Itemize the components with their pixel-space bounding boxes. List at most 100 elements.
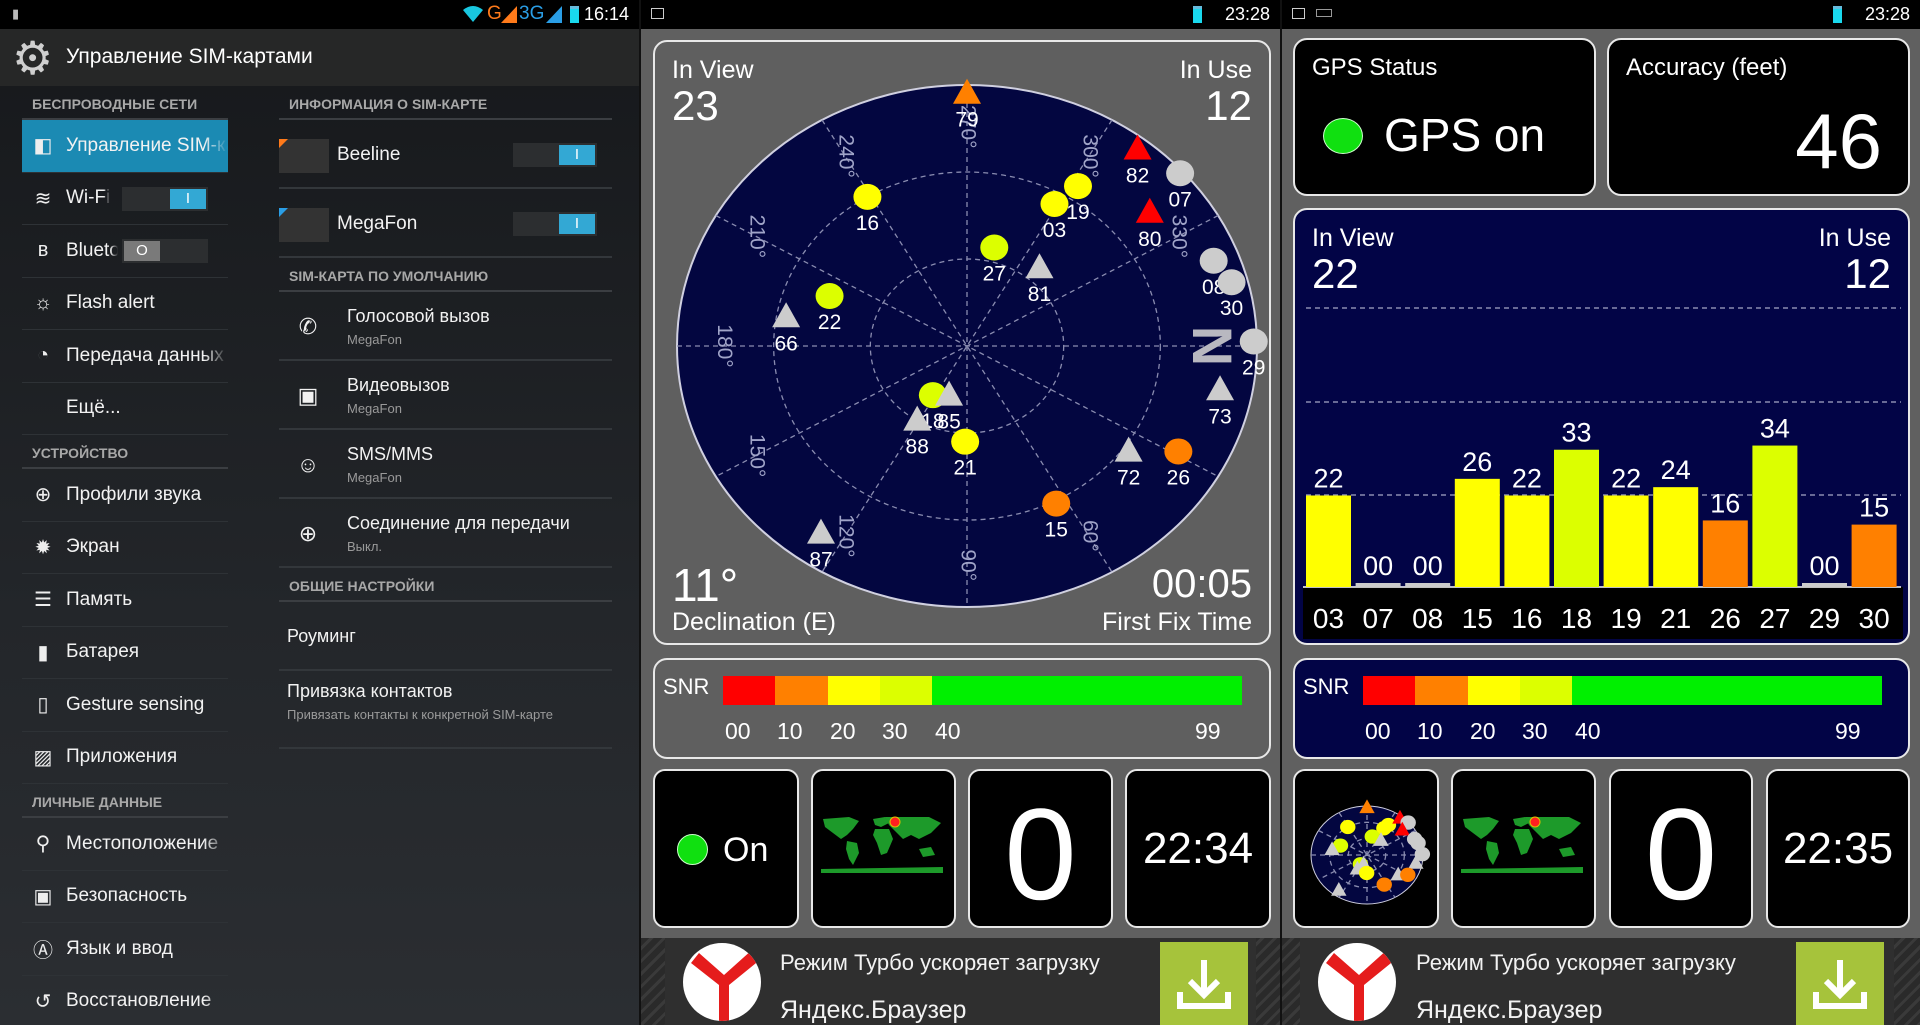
bar-category-label: 18 [1561,603,1592,634]
toggle-switch[interactable]: I [122,186,208,211]
satellite-label: 85 [937,411,960,434]
sidebar-item[interactable]: ▯ Gesture sensing [22,679,228,732]
status-time: 23:28 [1224,4,1270,24]
snr-label: SNR [663,674,710,699]
satellite-label: 72 [1117,467,1140,490]
sidebar-item[interactable]: Ⓐ Язык и ввод [22,923,228,976]
snr-segment [1520,676,1572,705]
ad-brand: Яндекс.Браузер [1416,996,1603,1024]
backup-icon: ↺ [34,990,52,1013]
satellite-count-tile[interactable]: 0 [1609,769,1753,928]
in-use-label: In Use [1818,224,1891,252]
clock-tile[interactable]: 22:35 [1766,769,1910,928]
signal-strength-card[interactable]: 22 03 00 07 00 08 26 15 22 16 33 18 22 19 24 21 16 26 34 27… [1293,208,1910,645]
sim-card-item[interactable]: MegaFon I [279,189,612,258]
sidebar-item[interactable]: ⊕ Профили звука [22,469,228,522]
location-icon: ⚲ [35,833,51,856]
roaming-item[interactable]: Роуминг [279,602,612,671]
sim-name: Beeline [337,144,401,165]
bar-value-label: 34 [1760,414,1790,444]
world-map-tile[interactable] [811,769,956,928]
bar-18 [1554,449,1599,587]
sidebar-item[interactable]: ☼ Flash alert [22,278,228,330]
download-button[interactable] [1160,942,1248,1025]
continent [873,829,893,855]
satellite-marker [1376,877,1392,892]
yandex-browser-logo [683,943,761,1021]
snr-tick: 40 [935,718,961,744]
sidebar-item[interactable]: ✹ Экран [22,522,228,574]
clock-tile[interactable]: 22:34 [1125,769,1271,928]
sound-profiles-icon: ⊕ [34,484,52,507]
satellite-26 [1400,867,1416,882]
keyboard-icon [1316,9,1332,17]
sim-settings-screen: ▮ G 3G 16:14 ⚙ Управление SIM-картами БЕ… [0,0,639,1025]
sim-card-item[interactable]: Beeline I [279,120,612,189]
continent [1559,847,1575,857]
sidebar-item[interactable]: ▨ Приложения [22,732,228,784]
snr-color-scale [1363,676,1882,705]
sidebar-item[interactable]: ▣ Безопасность [22,871,228,923]
satellite-label: 66 [774,332,797,355]
sidebar-item[interactable]: ◧ Управление SIM-картами [22,120,228,173]
snr-segment [1572,676,1882,705]
sidebar-item[interactable]: ⚲ Местоположение [22,818,228,871]
sidebar-item-label: Управление SIM-картами [66,134,228,156]
sim-toggle[interactable]: I [513,143,597,167]
default-sim-item[interactable]: ✆ Голосовой вызов MegaFon [279,292,612,361]
world-map-tile[interactable] [1451,769,1596,928]
gps-status-tile[interactable]: On [653,769,799,928]
snr-label: SNR [1303,674,1350,699]
sidebar-item[interactable]: ʙ Bluetooth O [22,225,228,278]
sidebar-item[interactable]: ☰ Память [22,574,228,627]
sim-toggle[interactable]: I [513,212,597,236]
download-button[interactable] [1796,942,1884,1025]
bar-21 [1653,487,1699,587]
satellite-16 [1340,819,1356,835]
sim-card-icon: ◧ [33,135,53,158]
default-sim-item[interactable]: ☺ SMS/MMS MegaFon [279,430,612,499]
sidebar-item-label: Батарея [66,641,140,663]
contacts-binding-item[interactable]: Привязка контактов Привязать контакты к … [279,671,612,749]
world-map-icon [821,816,943,873]
sidebar-item[interactable]: ↺ Восстановление [22,976,228,1025]
satellite-label: 03 [1043,219,1066,242]
snr-tick: 99 [1195,718,1221,744]
continent [846,841,859,865]
signal-icon [501,6,517,23]
snr-legend: SNR 00 10 20 30 40 99 [653,658,1271,759]
sidebar-item[interactable]: Ещё... [22,383,228,435]
satellite-count-tile[interactable]: 0 [968,769,1113,928]
accuracy-value: 46 [1795,97,1882,185]
section-header: ИНФОРМАЦИЯ О SIM-КАРТЕ [279,86,612,120]
section-header: ОБЩИЕ НАСТРОЙКИ [279,568,612,602]
default-sim-item[interactable]: ▣ Видеовызов MegaFon [279,361,612,430]
ad-banner[interactable]: Режим Турбо ускоряет загрузку Яндекс.Бра… [641,938,1280,1025]
phone-icon: ▯ [37,694,49,717]
satellite-marker [1400,867,1416,882]
sidebar-item-label: Ещё... [66,397,121,419]
satellite-marker [1040,190,1069,217]
accuracy-card[interactable]: Accuracy (feet) 46 [1607,38,1910,196]
network-type-g: G [487,3,502,24]
sky-view-tile[interactable] [1293,769,1439,928]
toggle-switch[interactable]: O [122,239,208,263]
display-icon: ✹ [34,536,52,559]
sidebar-item[interactable]: ◔ Передача данных [22,330,228,383]
bar-29 [1802,583,1847,587]
sidebar-item[interactable]: ≋ Wi-Fi I [22,173,228,225]
ad-banner[interactable]: Режим Турбо ускоряет загрузку Яндекс.Бра… [1282,938,1920,1025]
continent [1486,841,1499,865]
sidebar-item-label: Передача данных [66,344,224,366]
snr-tick: 10 [777,718,803,744]
in-use-value: 12 [1844,250,1891,297]
sky-view-card[interactable]: 60° 90° 120° 150° 180° 210° 240° 270° 300° 330° N 7… [653,40,1271,645]
gps-status-card[interactable]: GPS Status GPS on [1293,38,1596,196]
in-view-label: In View [1312,224,1394,252]
satellite-label: 81 [1028,283,1051,306]
snr-segment [828,676,880,705]
satellite-label: 88 [906,436,929,459]
settings-gear-icon[interactable]: ⚙ [12,35,53,81]
sidebar-item[interactable]: ▮ Батарея [22,627,228,679]
default-sim-item[interactable]: ⊕ Соединение для передачи Выкл. [279,499,612,568]
